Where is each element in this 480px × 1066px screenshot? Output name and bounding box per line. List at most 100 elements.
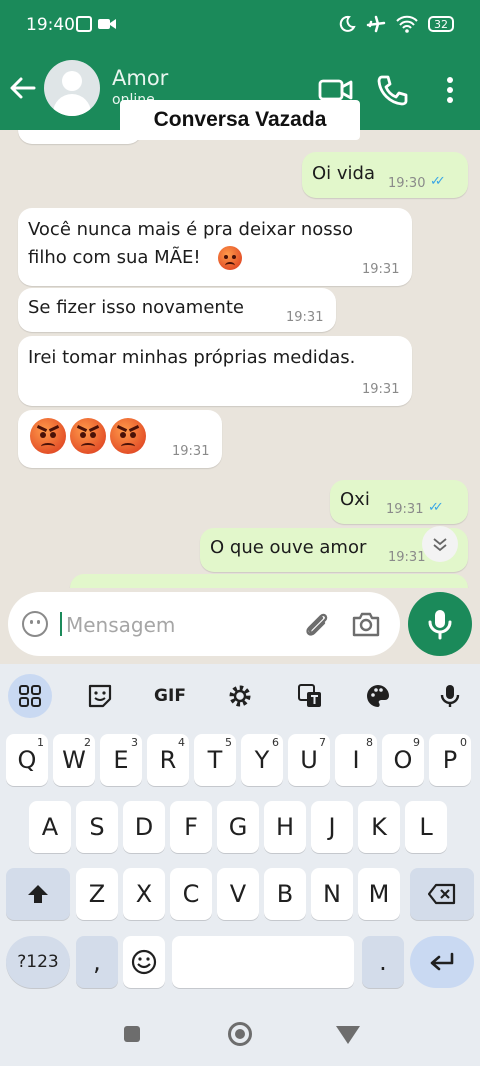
message-text: Se fizer isso novamente — [28, 297, 244, 318]
read-receipt-icon: ✓✓ — [428, 500, 444, 515]
message-text: Oi vida — [312, 163, 375, 184]
scroll-down-button[interactable] — [422, 526, 458, 562]
system-nav-bar — [0, 1006, 480, 1066]
pouting-face-emoji-icon — [218, 246, 242, 270]
emoji-icon[interactable] — [22, 611, 48, 637]
backspace-icon — [428, 883, 456, 905]
message-bubble-incoming-emoji[interactable]: 19:31 — [18, 410, 222, 468]
key-p[interactable]: P0 — [429, 734, 471, 786]
message-time: 19:31 — [388, 550, 426, 565]
message-bubble-incoming[interactable]: Irei tomar minhas próprias medidas. 19:3… — [18, 336, 412, 406]
voice-input-icon[interactable] — [428, 674, 472, 718]
message-list[interactable]: Oi vida 19:30 ✓✓ Você nunca mais é pra d… — [0, 130, 480, 588]
avatar-body — [53, 94, 91, 116]
smiley-icon — [131, 949, 157, 975]
message-composer — [8, 592, 400, 656]
moon-icon — [339, 15, 356, 32]
key-h[interactable]: H — [264, 801, 306, 853]
key-z[interactable]: Z — [76, 868, 118, 920]
status-right: 32 — [338, 14, 454, 34]
message-bubble-incoming[interactable]: Você nunca mais é pra deixar nosso filho… — [18, 208, 412, 286]
phone-icon[interactable] — [374, 72, 410, 108]
key-q[interactable]: Q1 — [6, 734, 48, 786]
enter-key[interactable] — [410, 936, 474, 988]
key-i[interactable]: I8 — [335, 734, 377, 786]
home-icon[interactable] — [228, 1022, 252, 1046]
grid-icon — [19, 685, 41, 707]
gif-button[interactable]: GIF — [148, 674, 192, 718]
contact-name[interactable]: Amor — [112, 66, 168, 90]
microphone-icon — [440, 685, 460, 707]
key-g[interactable]: G — [217, 801, 259, 853]
key-k[interactable]: K — [358, 801, 400, 853]
pouting-face-emoji-icon — [30, 418, 66, 454]
message-bubble-outgoing[interactable]: Oi vida 19:30 ✓✓ — [302, 152, 468, 198]
key-l[interactable]: L — [405, 801, 447, 853]
key-n[interactable]: N — [311, 868, 353, 920]
key-x[interactable]: X — [123, 868, 165, 920]
overlay-banner: Conversa Vazada — [120, 100, 360, 140]
status-time: 19:40 — [26, 15, 75, 35]
key-o[interactable]: O9 — [382, 734, 424, 786]
more-options-icon[interactable] — [432, 72, 468, 108]
message-text-line2: filho com sua MÃE! — [28, 247, 201, 268]
settings-gear-icon[interactable] — [218, 674, 262, 718]
camera-icon[interactable] — [350, 608, 382, 640]
key-s[interactable]: S — [76, 801, 118, 853]
voice-record-button[interactable] — [408, 592, 472, 656]
translate-icon[interactable] — [288, 674, 332, 718]
notification-icon — [76, 16, 92, 32]
apps-grid-icon[interactable] — [8, 674, 52, 718]
attachment-icon[interactable] — [300, 608, 332, 640]
back-arrow-icon[interactable] — [8, 72, 38, 104]
key-y[interactable]: Y6 — [241, 734, 283, 786]
period-key[interactable]: . — [362, 936, 404, 988]
video-notification-icon — [98, 19, 116, 29]
shift-arrow-icon — [28, 885, 48, 903]
key-d[interactable]: D — [123, 801, 165, 853]
airplane-icon — [366, 15, 386, 33]
status-bar: 19:40 32 — [0, 0, 480, 50]
key-f[interactable]: F — [170, 801, 212, 853]
message-time: 19:31 — [362, 262, 400, 277]
enter-arrow-icon — [430, 952, 454, 971]
key-e[interactable]: E3 — [100, 734, 142, 786]
backspace-key[interactable] — [410, 868, 474, 920]
key-j[interactable]: J — [311, 801, 353, 853]
battery-indicator: 32 — [428, 16, 454, 32]
key-c[interactable]: C — [170, 868, 212, 920]
message-time: 19:31 — [362, 382, 400, 397]
sticker-icon[interactable] — [78, 674, 122, 718]
key-m[interactable]: M — [358, 868, 400, 920]
pouting-face-emoji-icon — [110, 418, 146, 454]
key-u[interactable]: U7 — [288, 734, 330, 786]
message-text: Oxi — [340, 489, 370, 510]
message-bubble-outgoing[interactable]: Oxi 19:31 ✓✓ — [330, 480, 468, 524]
emoji-key[interactable] — [123, 936, 165, 988]
key-t[interactable]: T5 — [194, 734, 236, 786]
key-a[interactable]: A — [29, 801, 71, 853]
symbols-key[interactable]: ?123 — [6, 936, 70, 988]
contact-avatar[interactable] — [44, 60, 100, 116]
gear-icon — [229, 685, 251, 707]
key-r[interactable]: R4 — [147, 734, 189, 786]
comma-key[interactable]: , — [76, 936, 118, 988]
message-input[interactable] — [64, 610, 298, 640]
shift-key[interactable] — [6, 868, 70, 920]
message-text-line1: Você nunca mais é pra deixar nosso — [28, 219, 354, 240]
message-bubble-incoming[interactable]: Se fizer isso novamente 19:31 — [18, 288, 336, 332]
microphone-icon — [428, 610, 452, 640]
recents-icon[interactable] — [124, 1026, 140, 1042]
notification-icons — [76, 16, 116, 32]
message-time: 19:31 — [172, 444, 210, 459]
space-bar[interactable] — [172, 936, 354, 988]
message-time: 19:30 — [388, 176, 426, 191]
theme-palette-icon[interactable] — [356, 674, 400, 718]
key-v[interactable]: V — [217, 868, 259, 920]
key-b[interactable]: B — [264, 868, 306, 920]
sticker-face-icon — [88, 684, 112, 708]
back-triangle-icon[interactable] — [336, 1026, 360, 1044]
message-time: 19:31 — [286, 310, 324, 325]
key-w[interactable]: W2 — [53, 734, 95, 786]
message-text: O que ouve amor — [210, 537, 367, 558]
